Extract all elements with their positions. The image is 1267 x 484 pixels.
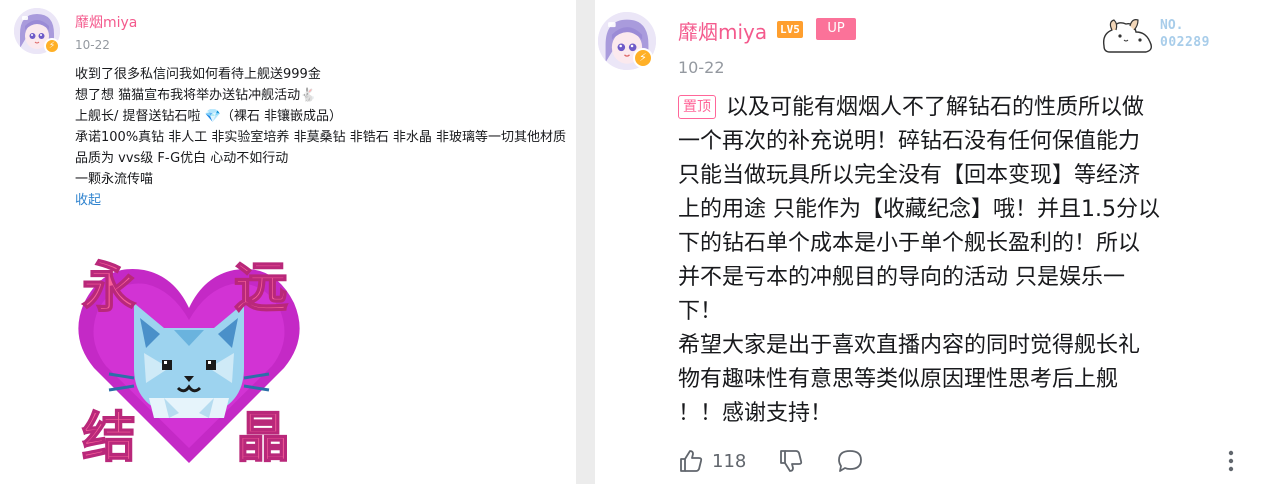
- level-badge: LV5: [777, 21, 803, 38]
- sticker-text: 永: [82, 256, 136, 319]
- sticker-image: 永 远 结 晶: [78, 255, 300, 468]
- sticker-text: 结: [82, 406, 136, 468]
- like-button[interactable]: 118: [678, 446, 746, 476]
- fan-card[interactable]: NO. 002289: [1100, 12, 1235, 56]
- reply-button[interactable]: [836, 446, 864, 476]
- pinned-tag: 置顶: [678, 95, 716, 119]
- right-comment-card: ⚡ 靡烟miya LV5 UP 10-22 NO. 002289 置顶 以及可能有…: [595, 0, 1267, 484]
- comment-line: 下的钻石单个成本是小于单个舰长盈利的！所以: [678, 231, 1141, 256]
- comment-line: ！！感谢支持！: [678, 401, 833, 426]
- comment-line: 只能当做玩具所以完全没有【回本变现】等经济: [678, 163, 1141, 188]
- vip-badge-icon: ⚡: [633, 48, 653, 68]
- fan-card-number-label: NO.: [1160, 18, 1184, 33]
- comment-line-text: 以及可能有烟烟人不了解钻石的性质所以做: [726, 95, 1145, 120]
- fan-card-number: 002289: [1160, 35, 1210, 50]
- comment-actions: 118: [678, 446, 1253, 476]
- comment-line: 并不是亏本的冲舰目的导向的活动 只是娱乐一: [678, 265, 1125, 290]
- sticker-text: 远: [234, 256, 288, 319]
- more-vertical-icon: [1228, 450, 1234, 472]
- dog-mascot-icon: [1102, 19, 1153, 53]
- comment-line: 一个再次的补充说明！碎钻石没有任何保值能力: [678, 129, 1141, 154]
- comment-line: 品质为 vvs级 F-G优白 心动不如行动: [75, 151, 289, 166]
- comment-bubble-icon: [838, 450, 862, 472]
- like-count: 118: [712, 450, 747, 472]
- comment-line: 物有趣味性有意思等类似原因理性思考后上舰: [678, 367, 1119, 392]
- sticker-text: 晶: [236, 406, 290, 468]
- comment-line: 下！: [678, 299, 723, 324]
- thumb-down-icon: [780, 450, 803, 472]
- comment-date: 10-22: [678, 58, 725, 77]
- comment-line: 上舰长/ 提督送钻石啦 💎（裸石 非镶嵌成品）: [75, 109, 342, 124]
- comment-line: 承诺100%真钻 非人工 非实验室培养 非莫桑钻 非锆石 非水晶 非玻璃等一切其…: [75, 130, 566, 145]
- comment-date: 10-22: [75, 38, 110, 52]
- comment-line: 想了想 猫猫宣布我将举办送钻冲舰活动🐇: [75, 88, 317, 103]
- comment-line: 希望大家是出于喜欢直播内容的同时觉得舰长礼: [678, 333, 1141, 358]
- more-options-button[interactable]: [1226, 446, 1236, 476]
- comment-line: 一颗永流传喵: [75, 172, 154, 187]
- left-comment-card: ⚡ 靡烟miya 10-22 收到了很多私信问我如何看待上舰送999金 想了想 …: [0, 0, 576, 484]
- username[interactable]: 靡烟miya: [678, 16, 767, 45]
- dislike-button[interactable]: [778, 446, 804, 476]
- up-badge: UP: [816, 18, 856, 40]
- username[interactable]: 靡烟miya: [75, 12, 137, 32]
- comment-text: 收到了很多私信问我如何看待上舰送999金 想了想 猫猫宣布我将举办送钻冲舰活动🐇…: [75, 64, 570, 211]
- comment-line: 置顶 以及可能有烟烟人不了解钻石的性质所以做: [678, 91, 1253, 125]
- thumb-up-icon: [680, 450, 703, 472]
- collapse-link[interactable]: 收起: [75, 190, 570, 211]
- comment-line: 收到了很多私信问我如何看待上舰送999金: [75, 67, 321, 82]
- comment-line: 上的用途 只能作为【收藏纪念】哦！并且1.5分以: [678, 197, 1160, 222]
- vip-badge-icon: ⚡: [44, 38, 60, 54]
- comment-text: 置顶 以及可能有烟烟人不了解钻石的性质所以做 一个再次的补充说明！碎钻石没有任何保…: [678, 91, 1253, 431]
